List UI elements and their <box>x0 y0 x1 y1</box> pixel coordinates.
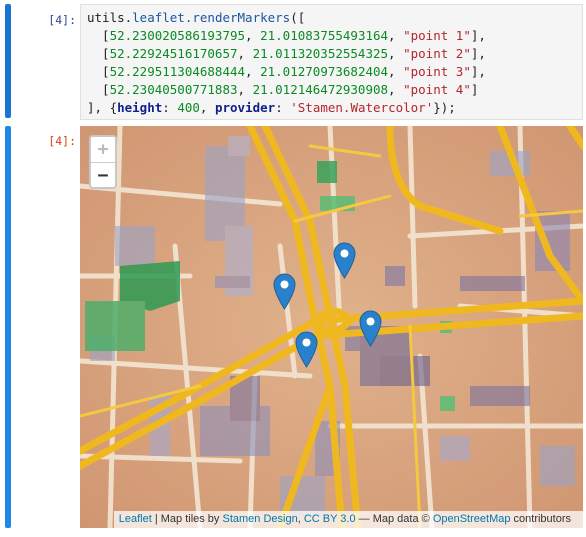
map-marker-point-1[interactable] <box>273 273 296 310</box>
marker-lat: 52.22924516170657 <box>109 46 238 61</box>
zoom-in-button[interactable]: + <box>91 137 115 163</box>
input-prompt: [4]: <box>48 13 76 27</box>
code-editor[interactable]: utils.leaflet.renderMarkers([ [52.230020… <box>80 4 583 120</box>
marker-lat: 52.229511304688444 <box>109 64 246 79</box>
input-cell[interactable]: [4]: utils.leaflet.renderMarkers([ [52.2… <box>0 4 586 120</box>
output-prompt: [4]: <box>48 134 76 148</box>
output-cell: [4]: + − Leaflet | Map tiles by Stamen D… <box>0 126 586 530</box>
marker-label: "point 3" <box>403 64 471 79</box>
code-provider-key: provider <box>214 100 276 115</box>
marker-label: "point 4" <box>403 82 471 97</box>
attribution-text: | Map tiles by <box>151 513 223 525</box>
map-attribution: Leaflet | Map tiles by Stamen Design, CC… <box>113 511 583 528</box>
marker-label: "point 2" <box>403 46 471 61</box>
marker-lng: 21.011320352554325 <box>252 46 389 61</box>
map-tiles <box>80 126 583 528</box>
code-options-close: }); <box>433 100 456 115</box>
marker-lng: 21.01270973682404 <box>260 64 389 79</box>
marker-lat: 52.230020586193795 <box>109 28 246 43</box>
map-marker-point-4[interactable] <box>333 242 356 279</box>
map-marker-point-3[interactable] <box>359 310 382 347</box>
marker-lng: 21.01083755493164 <box>260 28 389 43</box>
code-height-value: 400 <box>177 100 200 115</box>
leaflet-map[interactable]: + − Leaflet | Map tiles by Stamen Design… <box>80 126 583 528</box>
code-open-bracket: ([ <box>290 10 306 25</box>
marker-lng: 21.012146472930908 <box>252 82 389 97</box>
leaflet-link[interactable]: Leaflet <box>119 513 152 525</box>
code-function: leaflet.renderMarkers <box>132 10 291 25</box>
zoom-control: + − <box>89 135 117 189</box>
marker-lat: 52.23040500771883 <box>109 82 238 97</box>
attribution-end: contributors <box>510 513 571 525</box>
osm-link[interactable]: OpenStreetMap <box>433 513 511 525</box>
cell-selection-bar <box>5 4 11 118</box>
license-link[interactable]: CC BY 3.0 <box>304 513 356 525</box>
code-height-key: height <box>117 100 163 115</box>
code-options-open: ], { <box>87 100 118 115</box>
code-module: utils. <box>87 10 133 25</box>
zoom-out-button[interactable]: − <box>91 163 115 187</box>
map-marker-point-2[interactable] <box>295 331 318 368</box>
marker-label: "point 1" <box>403 28 471 43</box>
attribution-mid: — Map data © <box>355 513 433 525</box>
code-provider-value: 'Stamen.Watercolor' <box>290 100 434 115</box>
output-cell-bar <box>5 126 11 528</box>
stamen-link[interactable]: Stamen Design <box>222 513 297 525</box>
